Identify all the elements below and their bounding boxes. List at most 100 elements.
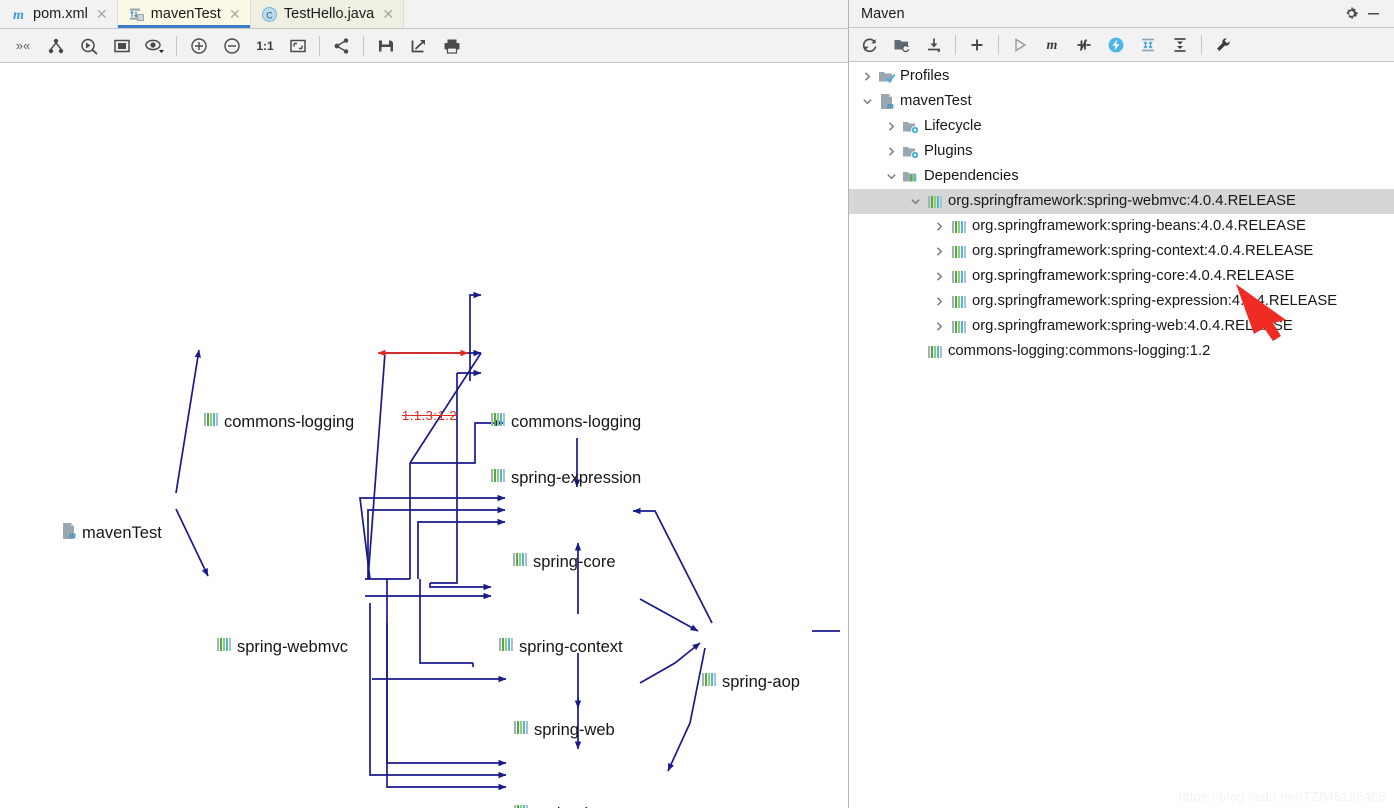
dependencies-folder-icon (901, 167, 921, 187)
zoom-out-icon[interactable] (215, 32, 248, 60)
chevron-down-icon[interactable] (881, 164, 901, 189)
collapse-expand-icon[interactable]: »« (6, 32, 39, 60)
chevron-right-icon[interactable] (929, 314, 949, 339)
dependency-diagram-canvas[interactable]: m mavenTest commons-logging commons-logg… (0, 63, 848, 808)
maven-module-icon: m (877, 92, 897, 112)
diagram-node-spring-web[interactable]: spring-web (513, 720, 615, 740)
maven-toolbar: m (849, 28, 1394, 62)
node-label: spring-beans (534, 805, 629, 808)
layout-tree-icon[interactable] (39, 32, 72, 60)
toolbar-separator (1201, 34, 1202, 55)
tree-row-plugins[interactable]: Plugins (849, 139, 1394, 164)
svg-text:m: m (13, 8, 24, 23)
maven-settings-wrench-icon[interactable] (1207, 31, 1239, 59)
tree-row-label: Lifecycle (924, 118, 982, 135)
chevron-right-icon[interactable] (929, 214, 949, 239)
chevron-right-icon[interactable] (881, 114, 901, 139)
tree-row-spring-context[interactable]: org.springframework:spring-context:4.0.4… (849, 239, 1394, 264)
tab-label: pom.xml (33, 6, 88, 22)
zoom-in-icon[interactable] (182, 32, 215, 60)
node-label: spring-expression (511, 468, 642, 487)
chevron-right-icon[interactable] (929, 264, 949, 289)
diagram-node-spring-beans[interactable]: spring-beans (513, 804, 629, 808)
diagram-node-spring-context[interactable]: spring-context (498, 637, 623, 657)
profiles-folder-icon (877, 67, 897, 87)
diagram-node-spring-aop[interactable]: spring-aop (701, 672, 800, 692)
maven-dependencies-tree[interactable]: Profiles m mavenTest Lifecycle Plugins D… (849, 62, 1394, 808)
chevron-down-icon[interactable] (857, 89, 877, 114)
fit-content-icon[interactable] (105, 32, 138, 60)
export-icon[interactable] (402, 32, 435, 60)
java-class-icon: C (261, 6, 278, 23)
tree-row-spring-webmvc[interactable]: org.springframework:spring-webmvc:4.0.4.… (849, 189, 1394, 214)
tree-row-spring-core[interactable]: org.springframework:spring-core:4.0.4.RE… (849, 264, 1394, 289)
settings-gear-icon[interactable] (1340, 3, 1362, 25)
download-sources-icon[interactable] (918, 31, 950, 59)
dep-bars-icon (216, 637, 232, 657)
tree-row-commons-logging[interactable]: commons-logging:commons-logging:1.2 (849, 339, 1394, 364)
diagram-node-spring-expression[interactable]: spring-expression (490, 468, 641, 488)
close-icon[interactable]: ✕ (229, 7, 241, 21)
toggle-skip-tests-icon[interactable] (1068, 31, 1100, 59)
svg-text:m: m (69, 530, 76, 540)
chevron-right-icon[interactable] (929, 289, 949, 314)
chevron-down-icon[interactable] (905, 189, 925, 214)
reimport-refresh-icon[interactable] (854, 31, 886, 59)
minimize-icon[interactable] (1362, 3, 1384, 25)
dep-bars-icon (925, 192, 945, 212)
share-graph-icon[interactable] (325, 32, 358, 60)
dep-bars-icon (513, 804, 529, 808)
diagram-node-spring-webmvc[interactable]: spring-webmvc (216, 637, 348, 657)
show-hide-eye-icon[interactable] (138, 32, 171, 60)
tree-row-spring-web[interactable]: org.springframework:spring-web:4.0.4.REL… (849, 314, 1394, 339)
diagram-node-commons-logging-right[interactable]: commons-logging (490, 412, 641, 432)
close-icon[interactable]: ✕ (96, 7, 108, 21)
tree-row-maventest[interactable]: m mavenTest (849, 89, 1394, 114)
tree-row-lifecycle[interactable]: Lifecycle (849, 114, 1394, 139)
tree-row-dependencies[interactable]: Dependencies (849, 164, 1394, 189)
tab-testhello-java[interactable]: C TestHello.java ✕ (250, 0, 405, 28)
run-icon[interactable] (1004, 31, 1036, 59)
dep-bars-icon (949, 217, 969, 237)
node-label: spring-aop (722, 672, 800, 691)
chevron-right-icon[interactable] (857, 64, 877, 89)
execute-maven-goal-icon[interactable]: m (1036, 31, 1068, 59)
close-icon[interactable]: ✕ (382, 7, 394, 21)
generate-sources-folder-icon[interactable] (886, 31, 918, 59)
fit-screen-icon[interactable] (281, 32, 314, 60)
save-icon[interactable] (369, 32, 402, 60)
tree-row-spring-expression[interactable]: org.springframework:spring-expression:4.… (849, 289, 1394, 314)
tree-row-profiles[interactable]: Profiles (849, 64, 1394, 89)
tab-pom-xml[interactable]: m pom.xml ✕ (0, 0, 118, 28)
diagram-node-commons-logging-left[interactable]: commons-logging (203, 412, 354, 432)
print-icon[interactable] (435, 32, 468, 60)
zoom-select-icon[interactable] (72, 32, 105, 60)
svg-text:»«: »« (15, 38, 29, 53)
toggle-offline-mode-icon[interactable] (1100, 31, 1132, 59)
diagram-edges (175, 291, 840, 791)
diagram-toolbar: »« 1:1 (0, 29, 848, 63)
collapse-all-icon[interactable] (1164, 31, 1196, 59)
maven-panel-title: Maven (861, 5, 905, 22)
version-conflict-label: 1.1.3:1.2 (402, 408, 458, 423)
diagram-node-maventest[interactable]: m mavenTest (60, 522, 162, 545)
tree-row-label: org.springframework:spring-context:4.0.4… (972, 243, 1314, 260)
tree-row-label: org.springframework:spring-web:4.0.4.REL… (972, 318, 1293, 335)
node-label: commons-logging (224, 412, 355, 431)
expand-all-icon[interactable] (1132, 31, 1164, 59)
dep-bars-icon (949, 242, 969, 262)
maven-panel-header: Maven (849, 0, 1394, 28)
tree-row-label: org.springframework:spring-core:4.0.4.RE… (972, 268, 1295, 285)
add-maven-project-icon[interactable] (961, 31, 993, 59)
maven-m-icon: m (10, 6, 27, 23)
chevron-right-icon[interactable] (929, 239, 949, 264)
tab-maventest[interactable]: mavenTest ✕ (117, 0, 251, 28)
maven-tool-window: Maven m Profiles m mavenTest Lifecycle P… (849, 0, 1394, 808)
toolbar-separator (363, 35, 364, 56)
chevron-right-icon[interactable] (881, 139, 901, 164)
dep-bars-icon (513, 720, 529, 740)
tree-row-label: commons-logging:commons-logging:1.2 (948, 343, 1211, 360)
actual-size-icon[interactable]: 1:1 (248, 32, 281, 60)
diagram-node-spring-core[interactable]: spring-core (512, 552, 616, 572)
tree-row-spring-beans[interactable]: org.springframework:spring-beans:4.0.4.R… (849, 214, 1394, 239)
